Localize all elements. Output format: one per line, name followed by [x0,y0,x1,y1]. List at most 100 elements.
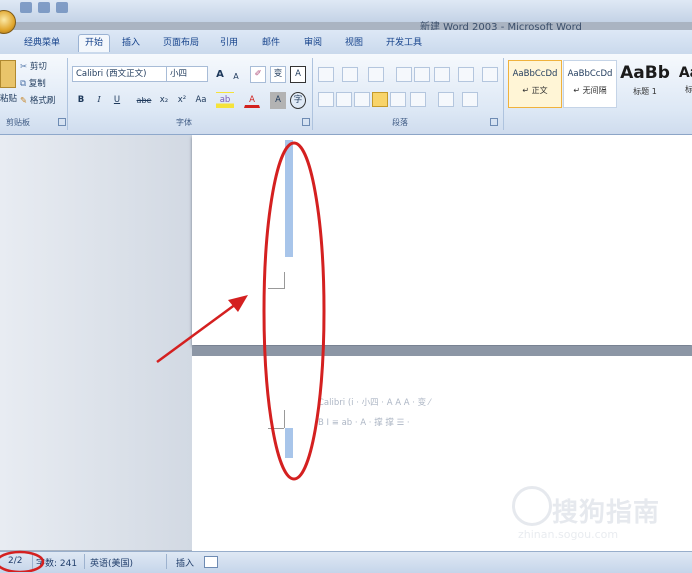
clipboard-group-label: 剪贴板 [6,118,30,127]
tab-view[interactable]: 视图 [339,35,369,52]
style-name: 标 [685,85,692,94]
paste-icon[interactable] [0,60,16,88]
multilevel-list-icon[interactable] [368,67,384,82]
font-size-combo[interactable]: 小四 [166,66,208,82]
clipboard-launcher-icon[interactable] [58,118,66,126]
show-marks-icon[interactable] [482,67,498,82]
highlight-button[interactable]: ab [216,92,234,109]
tab-insert[interactable]: 插入 [116,35,146,52]
copy-label: 复制 [28,79,46,89]
style-name-text: 正文 [531,86,548,95]
page-indicator[interactable]: 2/2 [8,556,22,566]
align-right-icon[interactable] [354,92,370,107]
char-border-button[interactable]: A [290,66,306,83]
watermark-text: 搜狗指南 [552,498,661,528]
style-heading-2[interactable]: Aa 标 [673,60,692,108]
copy-button[interactable]: ⧉ 复制 [20,77,46,89]
borders-icon[interactable] [462,92,478,107]
sort-icon[interactable] [458,67,474,82]
paste-button[interactable]: 粘贴 [0,92,17,104]
style-preview: AaBb [620,63,670,83]
font-color-button[interactable]: A [244,92,260,108]
cut-label: 剪切 [29,62,47,72]
style-name: 标题 1 [633,87,657,96]
paragraph-group-label: 段落 [392,118,408,127]
language-indicator[interactable]: 英语(美国) [90,556,133,569]
style-no-spacing[interactable]: AaBbCcDd ↵ 无间隔 [563,60,617,108]
crop-mark [268,410,285,428]
macro-record-icon[interactable] [204,556,218,568]
increase-indent-icon[interactable] [414,67,430,82]
line-spacing-icon[interactable] [410,92,426,107]
brush-icon: ✎ [20,96,28,106]
chinese-layout-icon[interactable] [434,67,450,82]
mini-toolbar-row: B I ≡ ab · A · 撑 撑 ☰ · [318,418,410,428]
style-heading-1[interactable]: AaBb 标题 1 [618,60,672,108]
save-icon[interactable] [20,2,32,13]
eraser-icon: ✐ [254,69,262,79]
undo-icon[interactable] [38,2,50,13]
status-separator [166,554,167,569]
font-launcher-icon[interactable] [302,118,310,126]
text-selection [285,140,293,257]
decrease-indent-icon[interactable] [396,67,412,82]
align-left-icon[interactable] [318,92,334,107]
cut-button[interactable]: ✂ 剪切 [20,60,47,72]
change-case-button[interactable]: Aa [192,92,210,109]
status-separator [84,554,85,569]
tab-references[interactable]: 引用 [214,35,244,52]
clear-format-button[interactable]: ✐ [250,66,266,83]
crop-mark [268,272,285,289]
left-margin-pane [0,135,192,550]
format-painter-label: 格式刷 [29,96,56,106]
text-selection [285,428,293,458]
shrink-font-button[interactable]: A [229,68,243,85]
style-name-text: 无间隔 [582,86,607,95]
style-preview: Aa [678,65,692,81]
paragraph-launcher-icon[interactable] [490,118,498,126]
underline-button[interactable]: U [110,92,124,109]
status-separator [32,554,33,569]
justify-icon[interactable] [372,92,388,107]
bullets-icon[interactable] [318,67,334,82]
format-painter-button[interactable]: ✎ 格式刷 [20,94,55,106]
group-separator [503,58,504,130]
crop-mark [268,428,284,429]
italic-button[interactable]: I [92,92,106,109]
char-shading-button[interactable]: A [270,92,286,109]
grow-font-button[interactable]: A [212,66,228,83]
tab-page-layout[interactable]: 页面布局 [157,35,205,52]
quick-access-toolbar[interactable] [20,2,70,16]
group-separator [67,58,68,130]
page-break-gap [192,346,692,356]
tab-classic-menu[interactable]: 经典菜单 [18,35,66,52]
word-count[interactable]: 字数: 241 [36,556,77,569]
watermark-logo-icon [512,486,552,526]
phonetic-guide-button[interactable]: 变 [270,66,286,83]
numbering-icon[interactable] [342,67,358,82]
strikethrough-button[interactable]: abe [134,92,154,109]
redo-icon[interactable] [56,2,68,13]
bold-button[interactable]: B [74,92,88,109]
tab-developer[interactable]: 开发工具 [380,35,428,52]
style-name: ↵ 正文 [522,86,548,95]
distributed-icon[interactable] [390,92,406,107]
mini-toolbar[interactable]: Calibri (i · 小四 · A A A · 变 ⁄ B I ≡ ab ·… [318,392,492,434]
tab-home[interactable]: 开始 [78,34,111,52]
font-name-combo[interactable]: Calibri (西文正文) [72,66,168,82]
superscript-button[interactable]: x² [174,92,190,109]
scissors-icon: ✂ [20,62,28,72]
subscript-button[interactable]: x₂ [156,92,172,109]
style-normal[interactable]: AaBbCcDd ↵ 正文 [508,60,562,108]
enclose-char-button[interactable]: 字 [290,92,306,109]
shading-icon[interactable] [438,92,454,107]
highlighter-icon: ab [219,95,231,105]
page-1[interactable] [192,135,692,345]
align-center-icon[interactable] [336,92,352,107]
copy-icon: ⧉ [20,79,27,89]
tab-review[interactable]: 审阅 [298,35,328,52]
title-bar [0,0,692,22]
insert-mode-indicator[interactable]: 插入 [176,556,194,569]
tab-mailings[interactable]: 邮件 [256,35,286,52]
style-preview: AaBbCcDd [512,69,558,79]
